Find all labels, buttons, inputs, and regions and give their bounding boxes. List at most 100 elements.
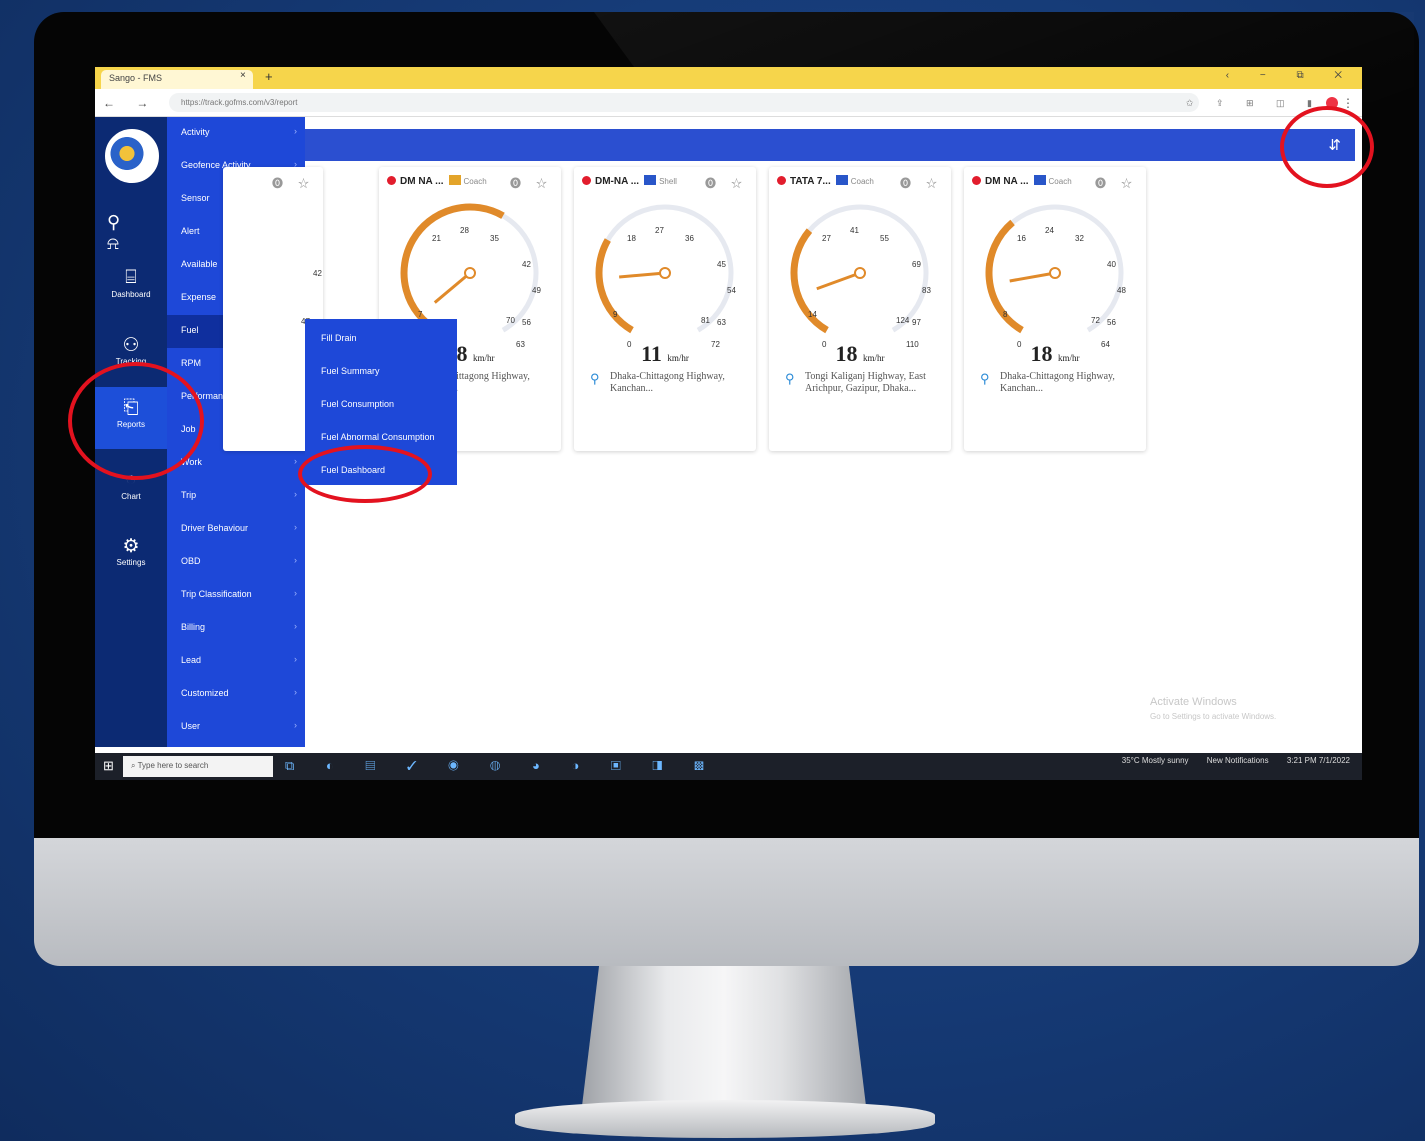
menu-item[interactable]: Activity › [167,117,305,150]
gauge-tick: 72 [1091,316,1100,325]
sidebar-label: Chart [121,492,141,501]
menu-item-label: Billing [181,622,206,632]
speed-unit: km/hr [667,353,689,363]
vehicle-type-icon [448,175,461,185]
taskbar-app-icons[interactable]: ⧉ ◐ ▤ ✓ ◉ ◍ ◕ ◑ ▣ ◨ ▩ [285,758,718,774]
speed-unit: km/hr [863,353,885,363]
window-controls[interactable]: ‹ − ⧉ ✕ [1226,70,1356,81]
chevron-right-icon: › [294,555,297,565]
gauge-tick: 35 [490,234,499,243]
card-controls[interactable]: ⓿ ☆ [705,175,748,191]
watermark-title: Activate Windows [1150,696,1237,708]
monitor-base [515,1100,935,1138]
gauge-hub [854,267,866,279]
gauge-tick: 16 [1017,234,1026,243]
menu-item[interactable]: Trip Classification › [167,579,305,612]
clock[interactable]: 3:21 PM [1287,756,1317,765]
gauge-tick: 55 [880,234,889,243]
vehicle-card[interactable]: DM-NA ... Shell ⓿ ☆ 18 27 36 45 54 63 9 0 72 81 11 km… [574,167,756,451]
chevron-right-icon: › [294,720,297,730]
submenu-item[interactable]: Fuel Abnormal Consumption [321,432,435,442]
sidebar-item-dashboard[interactable]: ⌸ Dashboard [95,267,167,299]
menu-item-label: RPM [181,358,201,368]
taskbar-search[interactable]: ⌕ Type here to search [123,756,273,777]
menu-item[interactable]: Trip › [167,480,305,513]
menu-item[interactable]: Customized › [167,678,305,711]
speed-unit: km/hr [473,353,495,363]
menu-item-label: Customized [181,688,229,698]
gauge-tick: 56 [522,318,531,327]
gauge-tick: 81 [701,316,710,325]
gauge-hub [464,267,476,279]
date[interactable]: 7/1/2022 [1319,756,1350,765]
sidebar-item-settings[interactable]: ⚙ Settings [95,535,167,567]
gauge-tick: 70 [506,316,515,325]
chevron-right-icon: › [294,522,297,532]
card-controls[interactable]: ⓿ ☆ [510,175,553,191]
speed-gauge: 16243240485680 6472 [985,204,1126,349]
menu-item[interactable]: User › [167,711,305,744]
location-pin-icon: ⚲ [980,371,990,386]
vehicle-name: DM NA ... [400,176,444,187]
vehicle-name: DM-NA ... [595,176,640,187]
vehicle-type-badge: Coach [448,175,487,186]
chevron-right-icon: › [294,621,297,631]
location-text: Dhaka-Chittagong Highway, Kanchan... [610,371,725,394]
menu-item-label: Trip [181,490,197,500]
speed-gauge: 18273645546390 7281 [595,204,736,349]
gauge-tick: 9 [613,310,618,319]
speed-value: 18 [1030,341,1053,366]
menu-item[interactable]: Lead › [167,645,305,678]
menu-item-label: Sensor [181,193,210,203]
speed-readout: 18 km/hr [769,341,951,367]
menu-item[interactable]: Billing › [167,612,305,645]
vehicle-location: ⚲ Dhaka-Chittagong Highway, Kanchan... [980,371,1138,395]
card-header: TATA 7... Coach [777,175,874,187]
start-icon[interactable]: ⊞ [103,758,114,774]
gauge-tick: 8 [1003,310,1008,319]
gauge-tick: 41 [850,226,859,235]
menu-item[interactable]: Driver Behaviour › [167,513,305,546]
tab-close-icon[interactable]: × [240,70,246,81]
user-and-bell-icons[interactable]: ⚲ ⍾ [107,212,167,254]
vehicle-location: ⚲ Dhaka-Chittagong Highway, Kanchan... [590,371,748,395]
location-text: Tongi Kaliganj Highway, East Arichpur, G… [805,371,926,394]
card-controls[interactable]: ⓿ ☆ [900,175,943,191]
vehicle-type-label: Shell [659,177,677,186]
weather-status[interactable]: 35°C Mostly sunny [1122,756,1189,765]
menu-item-label: Driver Behaviour [181,523,249,533]
highlight-sort-icon [1280,106,1374,188]
gauge-needle [433,271,471,304]
submenu-item[interactable]: Fill Drain [321,333,357,343]
monitor-stand [582,966,866,1106]
card-header: DM NA ... Coach [387,175,487,187]
menu-item[interactable]: OBD › [167,546,305,579]
card-controls[interactable]: ⓿ ☆ [272,175,315,191]
news-status[interactable]: New Notifications [1207,756,1269,765]
vehicle-name: DM NA ... [985,176,1029,187]
speed-value: 18 [835,341,858,366]
gauge-hub [659,267,671,279]
status-dot-icon [777,176,786,185]
vehicle-type-badge: Shell [644,175,677,186]
vehicle-card[interactable]: TATA 7... Coach ⓿ ☆ 27 41 55 69 83 97 14 0 110 124 18… [769,167,951,451]
chevron-right-icon: › [294,654,297,664]
screen: Sango - FMS × + ‹ − ⧉ ✕ ← → ↻ https://tr… [95,67,1362,780]
card-controls[interactable]: ⓿ ☆ [1095,175,1138,191]
gauge-needle [816,271,861,291]
vehicle-card[interactable]: DM NA ... Coach ⓿ ☆ 16 24 32 40 48 56 8 0 64 72 18 km… [964,167,1146,451]
new-tab-icon[interactable]: + [265,69,273,84]
status-dot-icon [972,176,981,185]
browser-tab-bar: Sango - FMS × + ‹ − ⧉ ✕ [95,67,1362,89]
vehicle-type-icon [644,175,657,185]
gauge-tick: 56 [1107,318,1116,327]
submenu-item[interactable]: Fuel Consumption [321,399,394,409]
url-field[interactable]: https://track.gofms.com/v3/report [169,93,1199,112]
status-dot-icon [387,176,396,185]
speed-value: 11 [641,341,662,366]
submenu-item[interactable]: Fuel Summary [321,366,380,376]
gauge-tick: 27 [822,234,831,243]
extension-icons[interactable]: ✩ ⇪ ⊞ ◫ ▮ [1186,98,1322,109]
tracking-icon: ⚇ [122,335,140,356]
browser-tab[interactable]: Sango - FMS [101,70,253,89]
